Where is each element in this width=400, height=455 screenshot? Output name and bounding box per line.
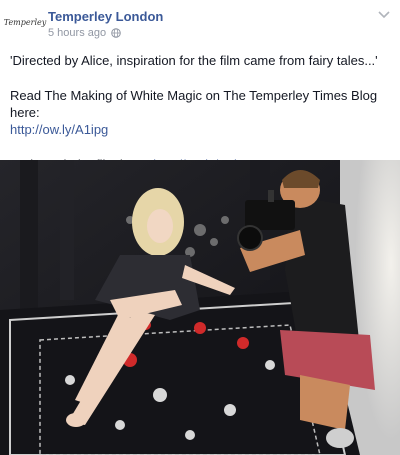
globe-icon — [111, 28, 121, 38]
post-blog-paragraph: Read The Making of White Magic on The Te… — [10, 87, 392, 138]
post-meta: 5 hours ago — [48, 27, 121, 39]
chevron-down-icon[interactable] — [378, 10, 390, 20]
page-logo[interactable]: Temperley — [4, 8, 47, 36]
blog-text: Read The Making of White Magic on The Te… — [10, 88, 378, 120]
post-timestamp[interactable]: 5 hours ago — [48, 27, 106, 39]
post-header: Temperley Temperley London 5 hours ago — [0, 0, 400, 44]
facebook-post: Temperley Temperley London 5 hours ago '… — [0, 0, 400, 455]
photo-illustration — [0, 160, 400, 455]
page-name-link[interactable]: Temperley London — [48, 9, 163, 24]
post-text: 'Directed by Alice, inspiration for the … — [10, 52, 392, 173]
blog-link[interactable]: http://ow.ly/A1ipg — [10, 122, 108, 137]
page-logo-text: Temperley — [3, 17, 47, 27]
post-photo[interactable] — [0, 160, 400, 455]
post-quote: 'Directed by Alice, inspiration for the … — [10, 53, 378, 68]
